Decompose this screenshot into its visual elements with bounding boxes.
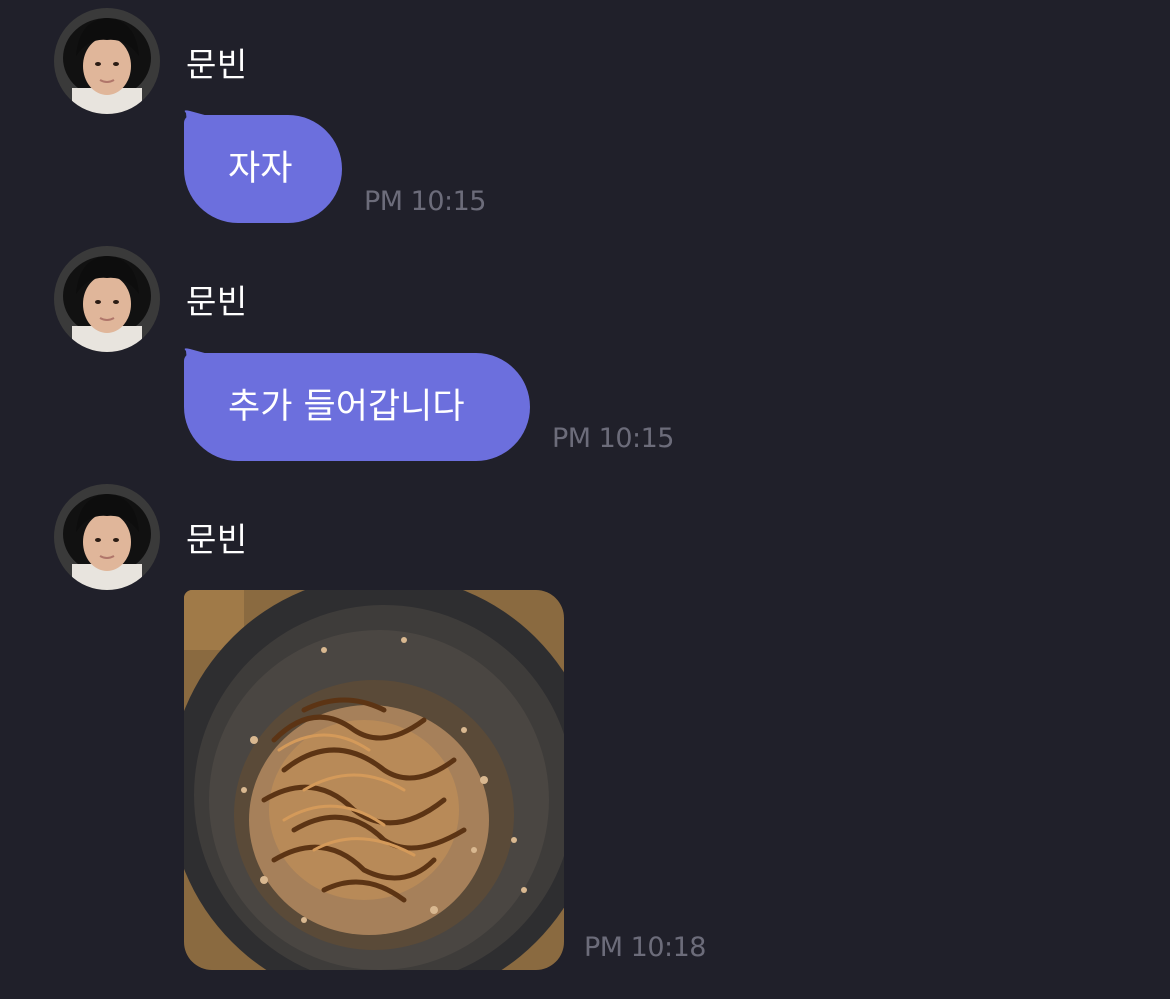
bubble-tail-icon <box>184 110 212 133</box>
sender-name: 문빈 <box>186 282 248 321</box>
message-text: 추가 들어갑니다 <box>228 387 465 427</box>
sender-name: 문빈 <box>186 45 248 84</box>
avatar[interactable] <box>54 246 160 352</box>
message-image-food-photo[interactable] <box>184 590 564 970</box>
sender-name: 문빈 <box>186 520 248 559</box>
message-timestamp: PM 10:15 <box>552 423 674 454</box>
message-bubble[interactable]: 추가 들어갑니다 <box>184 348 530 461</box>
avatar-image <box>54 8 160 114</box>
avatar[interactable] <box>54 8 160 114</box>
message-bubble[interactable]: 자자 <box>184 110 342 223</box>
food-photo-image <box>184 590 564 970</box>
avatar-image <box>54 246 160 352</box>
bubble-tail-icon <box>184 348 212 371</box>
avatar-image <box>54 484 160 590</box>
message-timestamp: PM 10:18 <box>584 932 706 963</box>
avatar[interactable] <box>54 484 160 590</box>
message-timestamp: PM 10:15 <box>364 186 486 217</box>
message-text: 자자 <box>228 149 293 189</box>
